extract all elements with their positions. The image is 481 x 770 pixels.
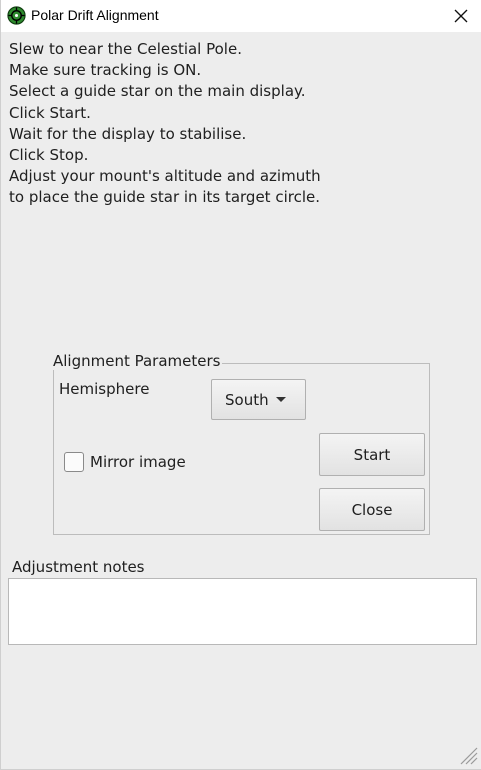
- instruction-line: Wait for the display to stabilise.: [9, 124, 247, 143]
- start-button[interactable]: Start: [319, 433, 425, 476]
- title-bar[interactable]: Polar Drift Alignment: [1, 0, 481, 32]
- instructions-text: Slew to near the Celestial Pole. Make su…: [9, 39, 321, 209]
- instruction-line: Slew to near the Celestial Pole.: [9, 40, 242, 58]
- hemisphere-label: Hemisphere: [59, 380, 150, 398]
- polar-drift-alignment-window: Polar Drift Alignment Slew to near the C…: [0, 0, 481, 770]
- instruction-line: Adjust your mount's altitude and azimuth: [9, 167, 321, 186]
- hemisphere-dropdown[interactable]: South: [211, 379, 306, 420]
- mirror-image-label[interactable]: Mirror image: [90, 453, 186, 471]
- compass-target-icon: [7, 6, 26, 25]
- close-icon: [454, 9, 468, 23]
- adjustment-notes-field[interactable]: [8, 578, 477, 645]
- instruction-line: Select a guide star on the main display.: [9, 82, 306, 101]
- instruction-line: Make sure tracking is ON.: [9, 61, 202, 80]
- instruction-line: to place the guide star in its target ci…: [9, 188, 320, 207]
- close-button[interactable]: Close: [319, 488, 425, 531]
- hemisphere-value: South: [225, 390, 269, 409]
- instruction-line: Click Stop.: [9, 146, 89, 165]
- instruction-line: Click Start.: [9, 103, 91, 122]
- close-window-button[interactable]: [446, 0, 476, 32]
- mirror-image-checkbox[interactable]: [64, 452, 84, 472]
- resize-grip-icon[interactable]: [456, 743, 478, 765]
- adjustment-notes-label: Adjustment notes: [12, 558, 145, 576]
- alignment-parameters-title: Alignment Parameters: [53, 352, 223, 370]
- dialog-content: Slew to near the Celestial Pole. Make su…: [1, 32, 481, 769]
- chevron-down-icon: [275, 397, 286, 402]
- window-title: Polar Drift Alignment: [31, 7, 159, 23]
